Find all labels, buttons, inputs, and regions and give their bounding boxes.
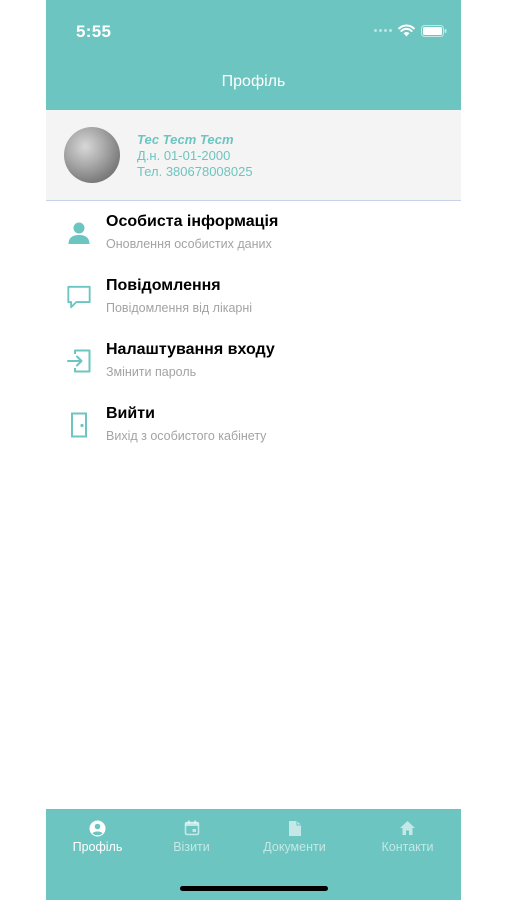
tab-profile[interactable]: Профіль (46, 819, 149, 854)
door-icon (66, 410, 92, 440)
home-icon (356, 819, 459, 837)
profile-name: Тес Тест Тест (137, 132, 234, 147)
person-icon (66, 218, 92, 248)
battery-icon (421, 24, 447, 37)
tab-documents[interactable]: Документи (243, 819, 346, 854)
menu-item-title: Налаштування входу (106, 341, 275, 358)
login-icon (66, 346, 92, 376)
tab-bar: Профіль Візити Документи Контакти (46, 809, 461, 900)
profile-icon (46, 819, 149, 837)
menu-item-logout[interactable]: Вийти Вихід з особистого кабінету (46, 400, 461, 464)
menu-item-subtitle: Оновлення особистих даних (106, 237, 272, 251)
menu-item-subtitle: Вихід з особистого кабінету (106, 429, 267, 443)
tab-label: Контакти (381, 840, 434, 854)
menu-item-title: Особиста інформація (106, 213, 279, 230)
profile-phone: Тел. 380678008025 (137, 164, 253, 179)
profile-card: Тес Тест Тест Д.н. 01-01-2000 Тел. 38067… (46, 110, 461, 201)
tab-label: Візити (173, 840, 210, 854)
profile-birth-date: Д.н. 01-01-2000 (137, 148, 231, 163)
page-title: Профіль (221, 73, 286, 90)
cellular-signal-icon (374, 29, 392, 32)
wifi-icon (398, 24, 415, 37)
menu-item-notifications[interactable]: Повідомлення Повідомлення від лікарні (46, 272, 461, 336)
menu-item-login-settings[interactable]: Налаштування входу Змінити пароль (46, 336, 461, 400)
status-icons (374, 24, 447, 37)
header: 5:55 Профіль (46, 0, 461, 110)
tab-label: Документи (263, 840, 326, 854)
tab-visits[interactable]: Візити (140, 819, 243, 854)
document-icon (243, 819, 346, 837)
chat-bubble-icon (66, 282, 92, 312)
home-indicator (180, 886, 328, 891)
profile-menu: Особиста інформація Оновлення особистих … (46, 208, 461, 464)
phone-screen: 5:55 Профіль Тес Тест Тест Д.н. 01-01-20… (46, 0, 461, 900)
avatar[interactable] (64, 127, 120, 183)
tab-contacts[interactable]: Контакти (356, 819, 459, 854)
tab-label: Профіль (72, 840, 123, 854)
menu-item-subtitle: Змінити пароль (106, 365, 197, 379)
calendar-icon (140, 819, 243, 837)
menu-item-title: Повідомлення (106, 277, 221, 294)
menu-item-personal-info[interactable]: Особиста інформація Оновлення особистих … (46, 208, 461, 272)
menu-item-subtitle: Повідомлення від лікарні (106, 301, 253, 315)
profile-info: Тес Тест Тест Д.н. 01-01-2000 Тел. 38067… (137, 132, 253, 180)
menu-item-title: Вийти (106, 405, 155, 422)
status-time: 5:55 (76, 22, 112, 41)
